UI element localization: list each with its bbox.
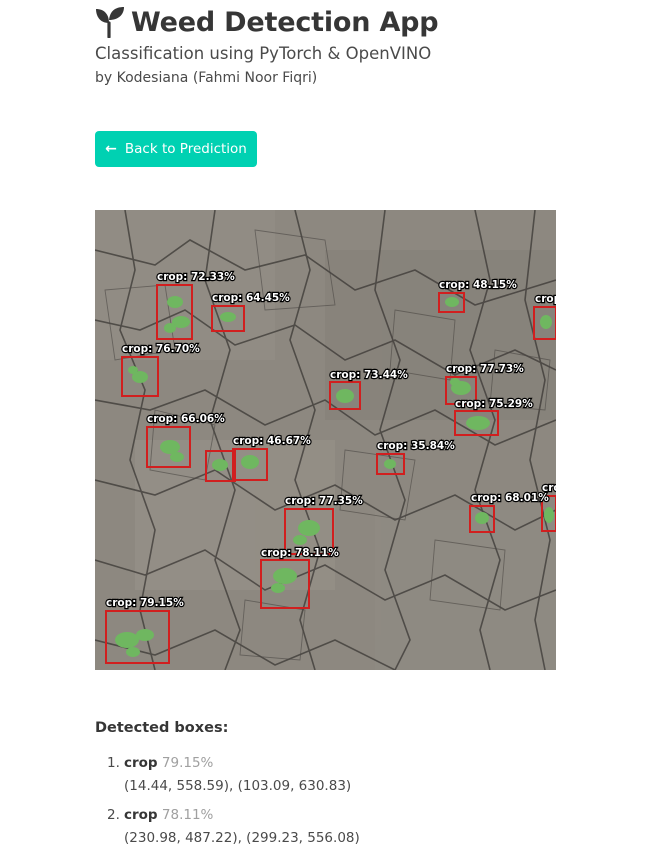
- bbox-label: crop: [535, 293, 556, 305]
- item-number: 2.: [107, 807, 120, 823]
- bbox-label: crop: 79.15%: [106, 597, 184, 609]
- bbox-label: crop: 78.11%: [261, 547, 339, 559]
- back-button-label: Back to Prediction: [124, 141, 247, 157]
- bbox-label: crop: 77.35%: [285, 495, 363, 507]
- page-title: Weed Detection App: [131, 6, 439, 38]
- bbox-label: crop: 35.84%: [377, 440, 455, 452]
- seedling-icon: [96, 7, 124, 38]
- detection-image-canvas: crop: 72.33% crop: 64.45% crop: 48.15% c…: [95, 210, 556, 670]
- item-label: crop: [124, 755, 158, 771]
- bbox-label: crop: 73.44%: [330, 369, 408, 381]
- detected-boxes-list: 1. crop 79.15% (14.44, 558.59), (103.09, …: [107, 752, 360, 856]
- bbox-label: crop: 72.33%: [157, 271, 235, 283]
- app-header: Weed Detection App: [95, 6, 439, 38]
- bbox-label: crop: 48.15%: [439, 279, 517, 291]
- item-confidence: 79.15%: [161, 755, 214, 771]
- item-label: crop: [124, 807, 158, 823]
- detection-result-image: crop: 72.33% crop: 64.45% crop: 48.15% c…: [95, 210, 556, 670]
- list-item: 2. crop 78.11% (230.98, 487.22), (299.23,…: [107, 804, 360, 850]
- bbox-label: crop: 68.01%: [471, 492, 549, 504]
- arrow-left-icon: ←: [105, 141, 117, 157]
- list-item: 1. crop 79.15% (14.44, 558.59), (103.09, …: [107, 752, 360, 798]
- item-number: 1.: [107, 755, 120, 771]
- bbox-label: crop: 64.45%: [212, 292, 290, 304]
- item-confidence: 78.11%: [161, 807, 214, 823]
- bbox-label: crop: 66.06%: [147, 413, 225, 425]
- item-coords: (230.98, 487.22), (299.23, 556.08): [124, 830, 360, 846]
- bbox-label: crop: 75.29%: [455, 398, 533, 410]
- item-coords: (14.44, 558.59), (103.09, 630.83): [124, 778, 352, 794]
- back-to-prediction-button[interactable]: ← Back to Prediction: [95, 131, 257, 167]
- page-subtitle: Classification using PyTorch & OpenVINO: [95, 44, 432, 63]
- bbox-label: crop: [542, 482, 556, 494]
- detected-boxes-heading: Detected boxes:: [95, 720, 229, 736]
- bbox-label: crop: 46.67%: [233, 435, 311, 447]
- bbox-label: crop: 76.70%: [122, 343, 200, 355]
- author-byline: by Kodesiana (Fahmi Noor Fiqri): [95, 70, 318, 86]
- bbox-label: crop: 77.73%: [446, 363, 524, 375]
